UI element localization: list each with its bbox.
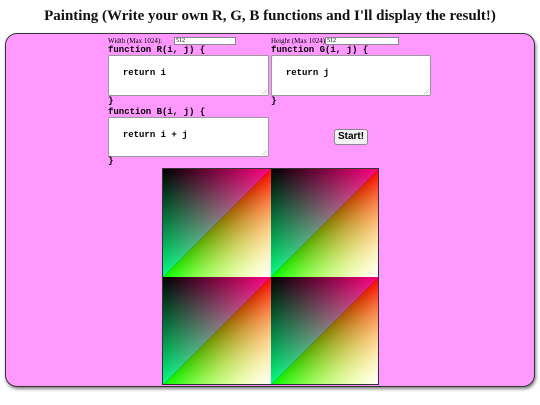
page-title: Painting (Write your own R, G, B functio… xyxy=(44,8,496,24)
g-function-body: return j xyxy=(285,68,330,78)
resize-grip-icon[interactable] xyxy=(262,89,267,94)
output-canvas xyxy=(162,168,379,385)
b-function-body: return i + j xyxy=(122,130,188,140)
canvas-tile xyxy=(271,169,379,277)
r-function-close: } xyxy=(108,96,114,106)
r-function-body: return i xyxy=(122,68,167,78)
r-function-header: function R(i, j) { xyxy=(108,45,206,55)
width-label: Width (Max 1024): xyxy=(108,37,163,45)
height-input[interactable] xyxy=(325,37,399,45)
g-function-close: } xyxy=(271,96,277,106)
canvas-tile xyxy=(163,169,271,277)
resize-grip-icon[interactable] xyxy=(262,150,267,155)
g-function-editor[interactable]: return j xyxy=(271,55,431,96)
rendered-image xyxy=(163,169,379,385)
g-function-header: function G(i, j) { xyxy=(271,45,369,55)
height-label: Height (Max 1024): xyxy=(271,37,327,45)
b-function-header: function B(i, j) { xyxy=(108,107,206,117)
canvas-tile xyxy=(271,277,379,385)
b-function-editor[interactable]: return i + j xyxy=(108,117,269,157)
width-input[interactable] xyxy=(174,37,236,45)
b-function-close: } xyxy=(108,156,114,166)
resize-grip-icon[interactable] xyxy=(424,89,429,94)
start-button[interactable]: Start! xyxy=(334,129,368,145)
r-function-editor[interactable]: return i xyxy=(108,55,269,96)
canvas-tile xyxy=(163,277,271,385)
